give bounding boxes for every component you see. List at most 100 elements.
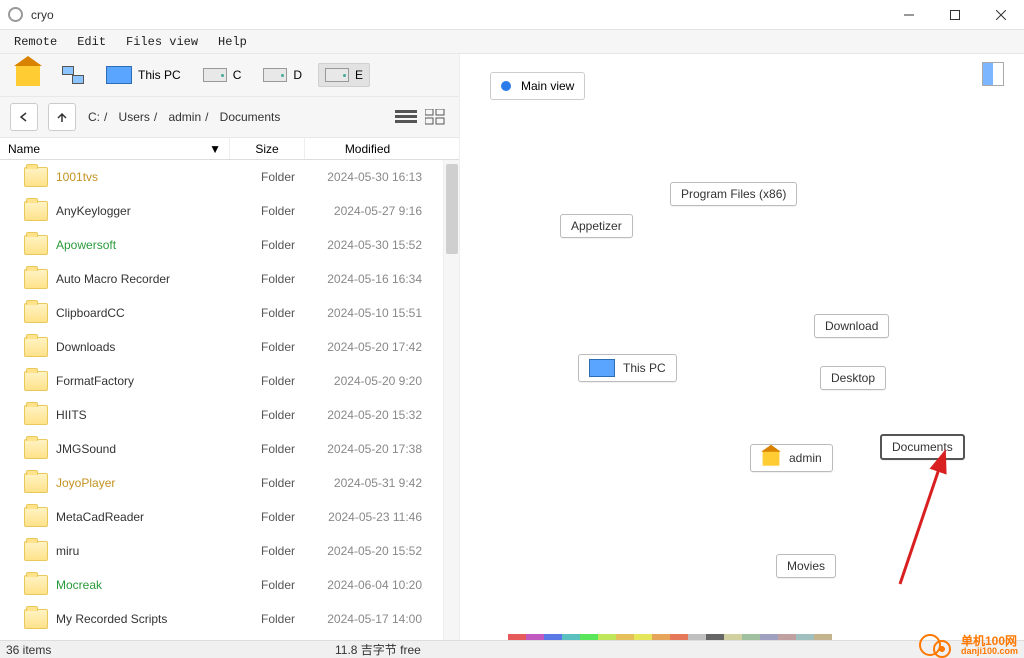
- drive-c-button[interactable]: C: [197, 64, 248, 86]
- grid-view-button[interactable]: [425, 107, 449, 127]
- col-modified[interactable]: Modified: [305, 138, 430, 159]
- home-icon: [16, 64, 40, 86]
- file-row[interactable]: My Recorded ScriptsFolder2024-05-17 14:0…: [0, 602, 459, 636]
- file-name: miru: [56, 544, 79, 558]
- watermark-text: 单机100网: [961, 635, 1018, 647]
- file-name: ClipboardCC: [56, 306, 125, 320]
- file-row[interactable]: MocreakFolder2024-06-04 10:20: [0, 568, 459, 602]
- menu-remote[interactable]: Remote: [4, 33, 67, 51]
- file-modified: 2024-05-20 15:52: [305, 544, 430, 558]
- node-movies[interactable]: Movies: [776, 554, 836, 578]
- file-type: Folder: [230, 612, 305, 626]
- watermark-logo-icon: [919, 634, 941, 656]
- file-name: My Recorded Scripts: [56, 612, 167, 626]
- col-name[interactable]: Name▼: [0, 138, 230, 159]
- file-row[interactable]: MetaCadReaderFolder2024-05-23 11:46: [0, 500, 459, 534]
- file-row[interactable]: ClipboardCC Folder2024-05-10 15:51: [0, 296, 459, 330]
- column-headers: Name▼ Size Modified: [0, 138, 459, 160]
- home-icon: [763, 450, 780, 465]
- file-row[interactable]: HIITSFolder2024-05-20 15:32: [0, 398, 459, 432]
- folder-icon: [24, 405, 48, 425]
- file-name: MetaCadReader: [56, 510, 144, 524]
- pc-icon: [589, 359, 615, 377]
- file-type: Folder: [230, 340, 305, 354]
- file-name: Auto Macro Recorder: [56, 272, 170, 286]
- scroll-thumb[interactable]: [446, 164, 458, 254]
- nav-bar: C:/ Users/ admin/ Documents: [0, 97, 459, 138]
- file-name: JoyoPlayer: [56, 476, 115, 490]
- folder-icon: [24, 507, 48, 527]
- node-download[interactable]: Download: [814, 314, 889, 338]
- file-row[interactable]: miruFolder2024-05-20 15:52: [0, 534, 459, 568]
- file-name: Downloads: [56, 340, 115, 354]
- file-type: Folder: [230, 374, 305, 388]
- file-row[interactable]: ApowersoftFolder2024-05-30 15:52: [0, 228, 459, 262]
- drive-label: C: [233, 68, 242, 82]
- file-row[interactable]: 1001tvsFolder2024-05-30 16:13: [0, 160, 459, 194]
- file-name: 1001tvs: [56, 170, 98, 184]
- file-row[interactable]: Downloads Folder2024-05-20 17:42: [0, 330, 459, 364]
- node-this-pc[interactable]: This PC: [578, 354, 677, 382]
- menu-edit[interactable]: Edit: [67, 33, 116, 51]
- menu-bar: Remote Edit Files view Help: [0, 30, 1024, 54]
- pc-icon: [106, 66, 132, 84]
- file-modified: 2024-05-20 15:32: [305, 408, 430, 422]
- file-type: Folder: [230, 204, 305, 218]
- disk-icon: [263, 68, 287, 82]
- file-name: Mocreak: [56, 578, 102, 592]
- minimize-button[interactable]: [886, 0, 932, 30]
- file-modified: 2024-05-20 17:42: [305, 340, 430, 354]
- folder-icon: [24, 575, 48, 595]
- network-button[interactable]: [56, 62, 90, 88]
- file-name: JMGSound: [56, 442, 116, 456]
- node-appetizer[interactable]: Appetizer: [560, 214, 633, 238]
- file-modified: 2024-05-23 11:46: [305, 510, 430, 524]
- folder-icon: [24, 337, 48, 357]
- folder-icon: [24, 439, 48, 459]
- drive-d-button[interactable]: D: [257, 64, 308, 86]
- file-modified: 2024-05-16 16:34: [305, 272, 430, 286]
- watermark-url: danji100.com: [961, 647, 1018, 656]
- close-button[interactable]: [978, 0, 1024, 30]
- file-row[interactable]: JoyoPlayerFolder2024-05-31 9:42: [0, 466, 459, 500]
- status-free: 11.8 吉字节 free: [335, 641, 421, 658]
- back-button[interactable]: [10, 103, 38, 131]
- graph-pane[interactable]: Main view Appetizer Program Files (x86) …: [460, 54, 1024, 640]
- file-modified: 2024-05-27 9:16: [305, 204, 430, 218]
- scrollbar[interactable]: [443, 160, 459, 640]
- file-type: Folder: [230, 238, 305, 252]
- maximize-button[interactable]: [932, 0, 978, 30]
- node-program-files[interactable]: Program Files (x86): [670, 182, 797, 206]
- file-list[interactable]: 1001tvsFolder2024-05-30 16:13AnyKeylogge…: [0, 160, 459, 640]
- thispc-label: This PC: [138, 68, 181, 82]
- title-bar: cryo: [0, 0, 1024, 30]
- col-size[interactable]: Size: [230, 138, 305, 159]
- disk-icon: [203, 68, 227, 82]
- file-type: Folder: [230, 408, 305, 422]
- folder-icon: [24, 201, 48, 221]
- drive-e-button[interactable]: E: [318, 63, 370, 87]
- file-modified: 2024-05-10 15:51: [305, 306, 430, 320]
- file-type: Folder: [230, 476, 305, 490]
- app-icon: [8, 7, 23, 22]
- file-name: FormatFactory: [56, 374, 134, 388]
- app-title: cryo: [31, 8, 54, 22]
- menu-help[interactable]: Help: [208, 33, 257, 51]
- menu-filesview[interactable]: Files view: [116, 33, 208, 51]
- file-row[interactable]: FormatFactoryFolder2024-05-20 9:20: [0, 364, 459, 398]
- breadcrumb[interactable]: C:/ Users/ admin/ Documents: [86, 110, 385, 125]
- node-admin[interactable]: admin: [750, 444, 833, 472]
- up-button[interactable]: [48, 103, 76, 131]
- network-icon: [62, 66, 84, 84]
- file-row[interactable]: Auto Macro RecorderFolder2024-05-16 16:3…: [0, 262, 459, 296]
- file-type: Folder: [230, 578, 305, 592]
- list-view-button[interactable]: [395, 107, 419, 127]
- home-button[interactable]: [10, 60, 46, 90]
- node-documents[interactable]: Documents: [880, 434, 965, 460]
- folder-icon: [24, 473, 48, 493]
- node-desktop[interactable]: Desktop: [820, 366, 886, 390]
- file-row[interactable]: JMGSoundFolder2024-05-20 17:38: [0, 432, 459, 466]
- thispc-button[interactable]: This PC: [100, 62, 187, 88]
- file-row[interactable]: AnyKeyloggerFolder2024-05-27 9:16: [0, 194, 459, 228]
- file-type: Folder: [230, 306, 305, 320]
